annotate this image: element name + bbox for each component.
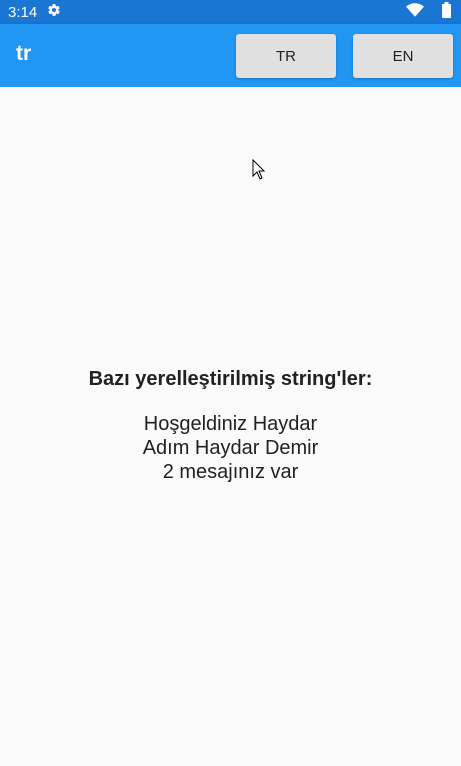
app-title: tr xyxy=(16,42,32,65)
tr-language-button[interactable]: TR xyxy=(236,34,336,78)
battery-icon xyxy=(442,2,451,22)
content-area: Bazı yerelleştirilmiş string'ler: Hoşgel… xyxy=(0,87,461,766)
status-bar: 3:14 xyxy=(0,0,461,24)
localized-lines: Hoşgeldiniz Haydar Adım Haydar Demir 2 m… xyxy=(0,412,461,484)
wifi-icon xyxy=(406,3,424,21)
name-line: Adım Haydar Demir xyxy=(142,437,319,459)
welcome-line: Hoşgeldiniz Haydar xyxy=(143,413,318,435)
status-time: 3:14 xyxy=(8,3,38,21)
messages-line: 2 mesajınız var xyxy=(162,461,299,483)
heading: Bazı yerelleştirilmiş string'ler: xyxy=(88,368,373,390)
en-language-button[interactable]: EN xyxy=(353,34,453,78)
app-bar: tr TR EN xyxy=(0,24,461,87)
mouse-cursor-icon xyxy=(252,158,266,185)
gear-icon xyxy=(47,3,61,21)
